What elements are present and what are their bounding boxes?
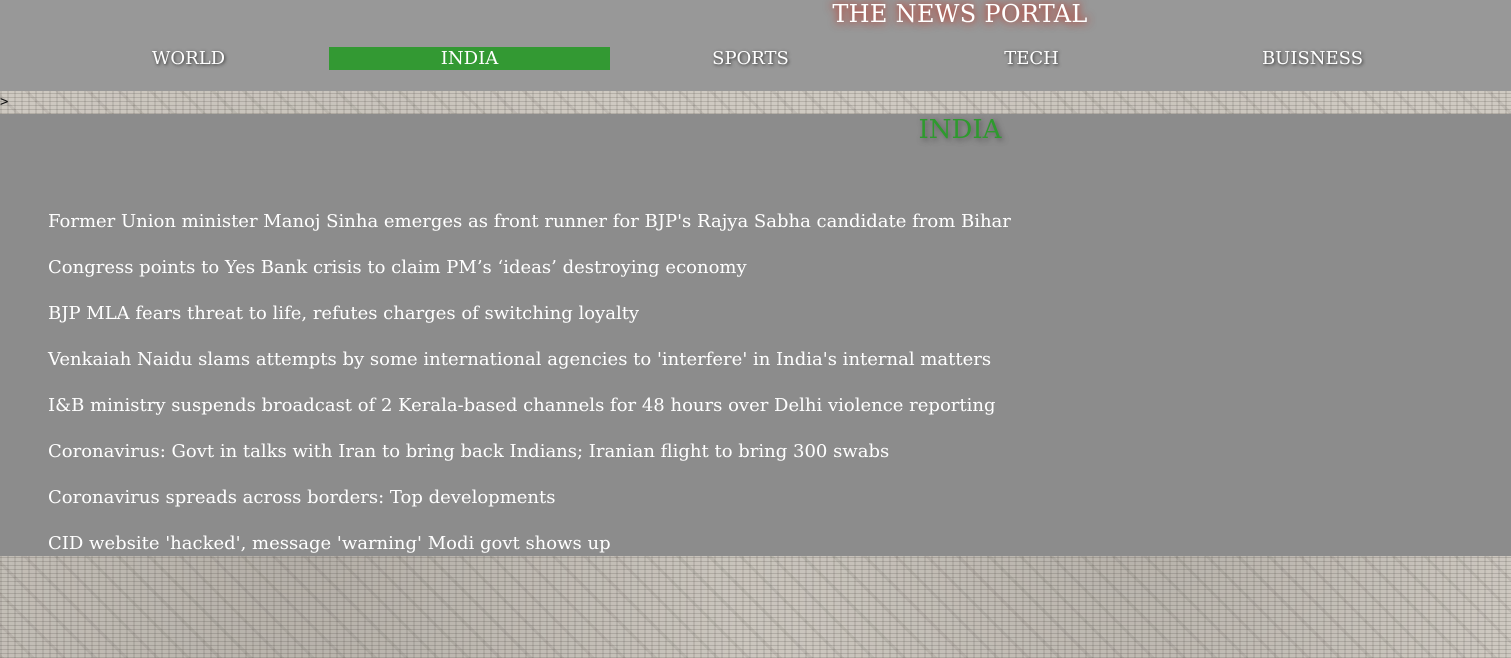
- news-section: INDIA Former Union minister Manoj Sinha …: [0, 114, 1511, 556]
- headline-link[interactable]: Coronavirus spreads across borders: Top …: [48, 484, 1011, 530]
- headline-link[interactable]: I&B ministry suspends broadcast of 2 Ker…: [48, 392, 1011, 438]
- headline-link[interactable]: BJP MLA fears threat to life, refutes ch…: [48, 300, 1011, 346]
- headline-link[interactable]: Venkaiah Naidu slams attempts by some in…: [48, 346, 1011, 392]
- section-title: INDIA: [918, 115, 1002, 145]
- site-header: THE NEWS PORTAL WORLD INDIA SPORTS TECH …: [0, 0, 1511, 91]
- headline-link[interactable]: Former Union minister Manoj Sinha emerge…: [48, 208, 1011, 254]
- stray-arrow-text: >: [0, 94, 9, 110]
- nav-item-tech[interactable]: TECH: [891, 47, 1172, 70]
- headline-link[interactable]: Congress points to Yes Bank crisis to cl…: [48, 254, 1011, 300]
- headline-link[interactable]: Coronavirus: Govt in talks with Iran to …: [48, 438, 1011, 484]
- site-title: THE NEWS PORTAL: [832, 0, 1088, 28]
- nav-item-india[interactable]: INDIA: [329, 47, 610, 70]
- main-nav: WORLD INDIA SPORTS TECH BUISNESS: [48, 47, 1453, 70]
- nav-item-business[interactable]: BUISNESS: [1172, 47, 1453, 70]
- nav-item-sports[interactable]: SPORTS: [610, 47, 891, 70]
- headline-link[interactable]: CID website 'hacked', message 'warning' …: [48, 530, 1011, 576]
- nav-item-world[interactable]: WORLD: [48, 47, 329, 70]
- headline-list: Former Union minister Manoj Sinha emerge…: [48, 208, 1011, 576]
